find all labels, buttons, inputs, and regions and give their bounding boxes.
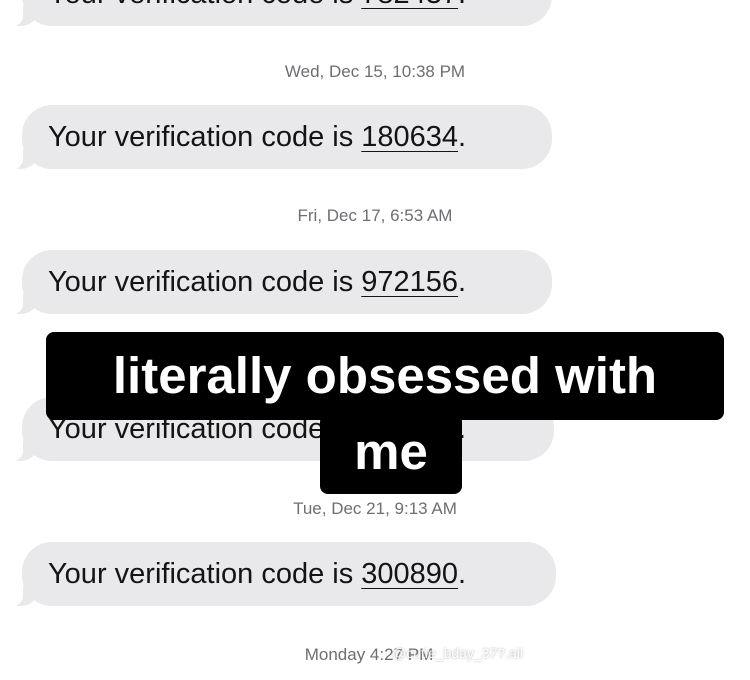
message-text: Your verification code is: [48, 121, 362, 153]
message-text: Your verification code is: [48, 266, 362, 298]
timestamp: Wed, Dec 15, 10:38 PM: [284, 62, 466, 81]
message-bubble[interactable]: Your verification code is 972156.: [11, 250, 552, 314]
message-bubble[interactable]: Your verification code is 782437.: [11, 0, 552, 26]
story-caption-line-1: literally obsessed with: [46, 332, 724, 420]
verification-code[interactable]: 972156: [361, 266, 458, 298]
bubble-tail: [11, 149, 37, 169]
verification-code[interactable]: 180634: [361, 121, 458, 153]
message-punctuation: .: [458, 0, 466, 10]
verification-code[interactable]: 782437: [361, 0, 458, 10]
message-bubble[interactable]: Your verification code is 180634.: [11, 105, 552, 169]
message-punctuation: .: [458, 266, 467, 298]
timestamp: Monday 4:27 PM: [304, 645, 434, 664]
message-punctuation: .: [458, 121, 467, 153]
bubble-tail: [11, 586, 37, 606]
story-caption-line-2: me: [320, 414, 462, 494]
message-text: Your verification code is: [48, 558, 362, 590]
bubble-tail: [11, 441, 37, 461]
bubble-tail: [11, 294, 37, 314]
timestamp: Fri, Dec 17, 6:53 AM: [297, 206, 453, 225]
message-punctuation: .: [458, 558, 467, 590]
bubble-tail: [11, 6, 37, 26]
message-text: Your verification code is: [48, 0, 361, 10]
timestamp: Tue, Dec 21, 9:13 AM: [293, 499, 457, 518]
verification-code[interactable]: 300890: [361, 558, 458, 590]
message-bubble[interactable]: Your verification code is 300890.: [11, 542, 556, 606]
watermark: @cutie_bday_37?.ali: [392, 645, 523, 661]
